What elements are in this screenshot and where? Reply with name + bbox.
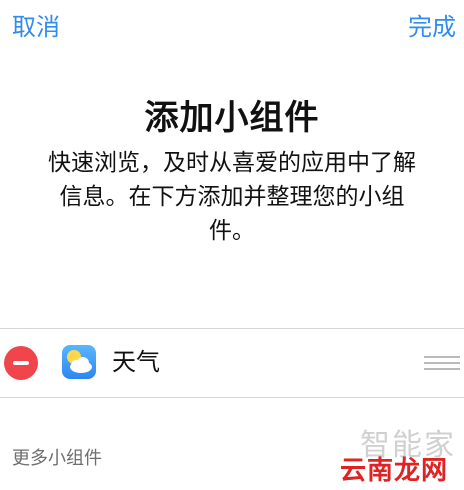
reorder-line [424,368,460,370]
minus-icon [13,361,29,365]
list-divider-bottom [0,397,464,398]
page-title: 添加小组件 [144,98,320,138]
widget-name: 天气 [112,348,160,376]
reorder-handle-icon[interactable] [424,354,460,372]
watermark: 智能家 云南龙网 [314,420,456,486]
cancel-button[interactable]: 取消 [12,12,60,42]
remove-widget-button[interactable] [4,346,38,380]
done-button[interactable]: 完成 [408,12,456,42]
reorder-line [424,362,460,364]
more-widgets-label: 更多小组件 [12,448,102,469]
widget-row-weather[interactable]: 天气 [0,329,464,396]
watermark-bottom-text: 云南龙网 [339,456,448,486]
page-description: 快速浏览，及时从喜爱的应用中了解信息。在下方添加并整理您的小组件。 [48,150,416,244]
watermark-top-text: 智能家 [360,428,456,463]
navigation-bar: 取消 完成 [0,0,464,60]
weather-icon [62,345,96,379]
reorder-line [424,356,460,358]
